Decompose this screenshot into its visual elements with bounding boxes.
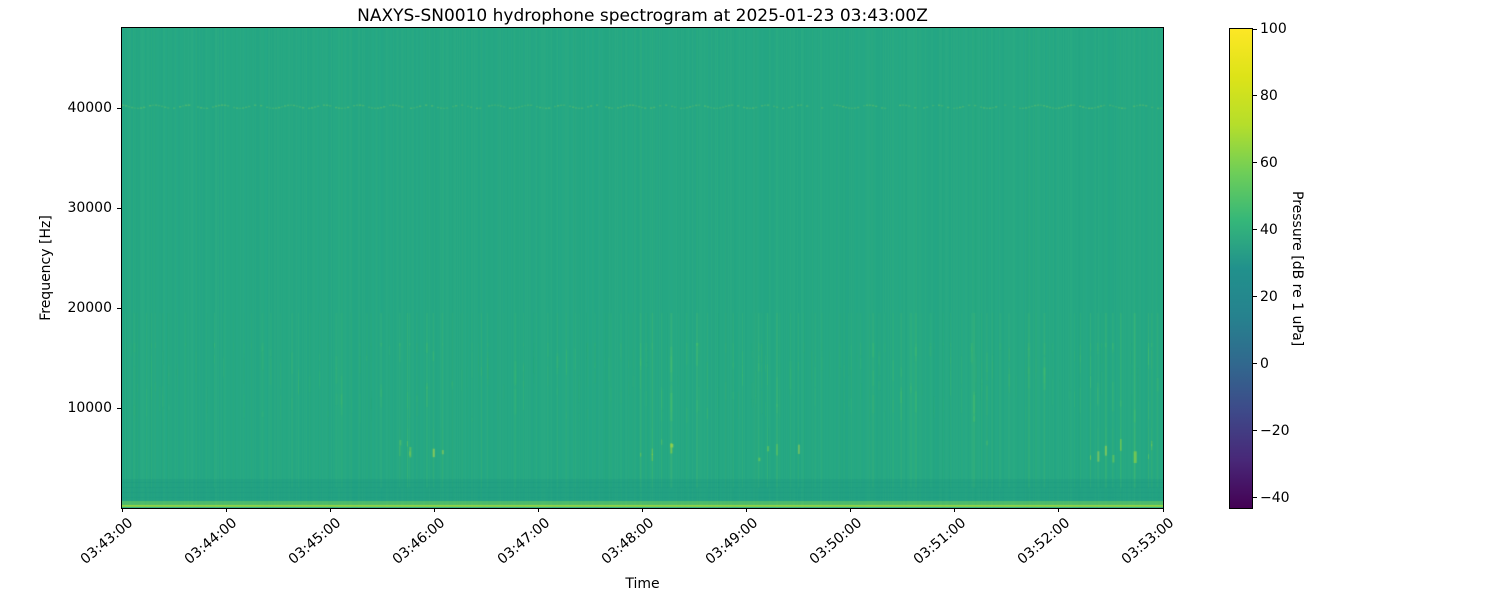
spectrogram-figure: NAXYS-SN0010 hydrophone spectrogram at 2…: [0, 0, 1500, 600]
x-tick-mark: [642, 508, 643, 512]
colorbar-tick-mark: [1253, 162, 1257, 164]
colorbar-tick-mark: [1253, 28, 1257, 30]
y-tick-mark: [117, 407, 121, 409]
colorbar-gradient: [1230, 29, 1252, 508]
y-tick-label: 30000: [67, 200, 112, 216]
colorbar-tick-mark: [1253, 497, 1257, 499]
y-tick-mark: [117, 107, 121, 109]
colorbar-tick-label: −20: [1260, 422, 1290, 439]
colorbar: [1229, 28, 1253, 509]
spectrogram-image: [122, 28, 1163, 508]
colorbar-tick-label: 20: [1260, 288, 1278, 305]
colorbar-tick-mark: [1253, 430, 1257, 432]
x-tick-label-text: 03:53:00: [1118, 515, 1178, 568]
x-tick-mark: [121, 508, 123, 512]
x-tick-mark: [954, 508, 956, 512]
y-tick-label: 10000: [67, 400, 112, 416]
colorbar-tick-mark: [1253, 95, 1257, 97]
x-tick-mark: [1162, 508, 1164, 512]
x-tick-mark: [537, 508, 539, 512]
colorbar-label-text: Pressure [dB re 1 uPa]: [1289, 190, 1305, 347]
colorbar-tick-mark: [1253, 296, 1257, 298]
x-tick-mark: [1058, 508, 1060, 512]
colorbar-tick-label: 0: [1260, 355, 1269, 372]
colorbar-tick-label: 60: [1260, 154, 1278, 171]
colorbar-tick-mark: [1253, 229, 1257, 231]
x-axis-label: Time: [625, 576, 660, 592]
colorbar-tick-mark: [1253, 363, 1257, 365]
chart-title: NAXYS-SN0010 hydrophone spectrogram at 2…: [357, 6, 928, 26]
x-tick-mark: [746, 508, 748, 512]
x-tick-mark: [225, 508, 227, 512]
y-tick-mark: [117, 307, 121, 309]
colorbar-tick-label: 80: [1260, 87, 1278, 104]
y-tick-label: 20000: [67, 300, 112, 316]
colorbar-tick-label: 40: [1260, 221, 1278, 238]
x-tick-mark: [850, 508, 852, 512]
colorbar-tick-label: 100: [1260, 21, 1287, 37]
x-tick-label: 03:53:00: [1037, 515, 1177, 568]
y-tick-mark: [117, 207, 121, 209]
colorbar-tick-label: −40: [1260, 489, 1290, 506]
plot-area: [121, 27, 1164, 509]
x-tick-mark: [329, 508, 331, 512]
x-tick-mark: [433, 508, 435, 512]
y-tick-label: 40000: [67, 100, 112, 116]
